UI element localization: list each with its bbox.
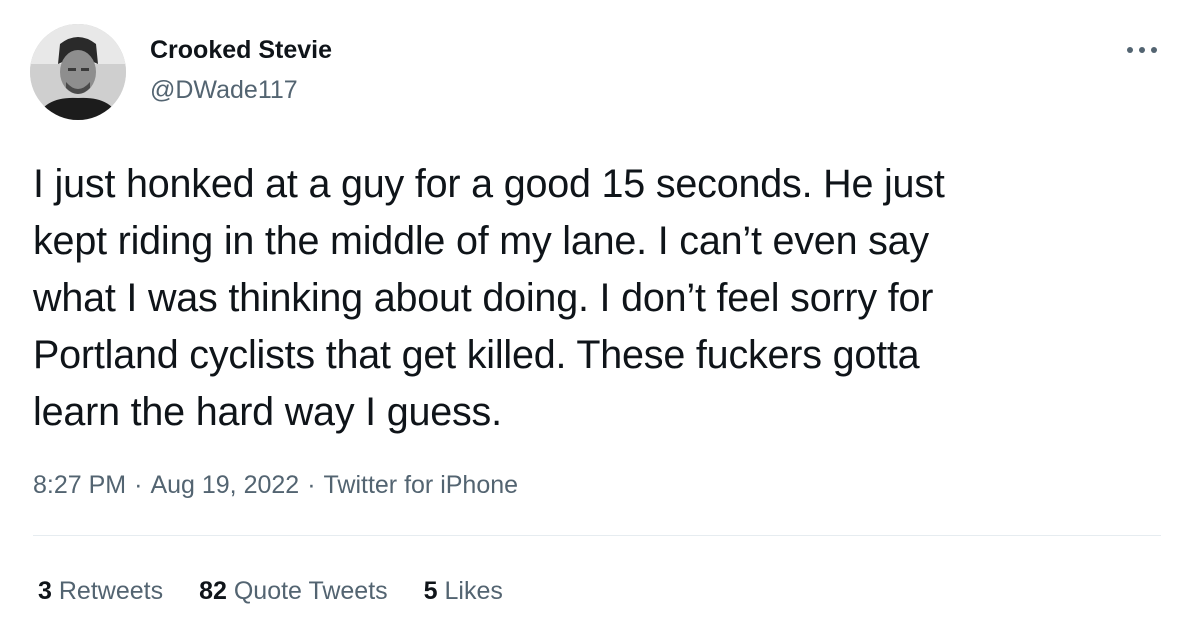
meta-separator: · [307,471,316,499]
engagement-stats: 3 Retweets 82 Quote Tweets 5 Likes [38,574,539,608]
quote-tweets-stat[interactable]: 82 Quote Tweets [199,574,388,608]
tweet-text: I just honked at a guy for a good 15 sec… [33,162,945,434]
tweet-card: Crooked Stevie @DWade117 I just honked a… [0,0,1186,630]
likes-count: 5 [423,577,438,605]
meta-separator: · [134,471,143,499]
retweets-stat[interactable]: 3 Retweets [38,574,163,608]
author-handle[interactable]: @DWade117 [150,74,298,106]
likes-label: Likes [444,577,503,605]
divider [33,535,1161,536]
profile-photo-icon [30,24,126,120]
more-options-button[interactable] [1120,36,1164,64]
quote-tweets-label: Quote Tweets [233,577,388,605]
author-display-name[interactable]: Crooked Stevie [150,34,332,66]
retweets-label: Retweets [58,577,164,605]
tweet-meta: 8:27 PM · Aug 19, 2022 · Twitter for iPhone [33,468,518,502]
tweet-date-link[interactable]: Aug 19, 2022 [150,471,299,499]
tweet-source-link[interactable]: Twitter for iPhone [324,471,519,499]
retweets-count: 3 [38,577,52,605]
tweet-time-link[interactable]: 8:27 PM [33,471,126,499]
likes-stat[interactable]: 5 Likes [424,574,503,608]
more-options-icon [1127,47,1157,53]
quote-tweets-count: 82 [199,577,227,605]
author-avatar[interactable] [30,24,126,120]
